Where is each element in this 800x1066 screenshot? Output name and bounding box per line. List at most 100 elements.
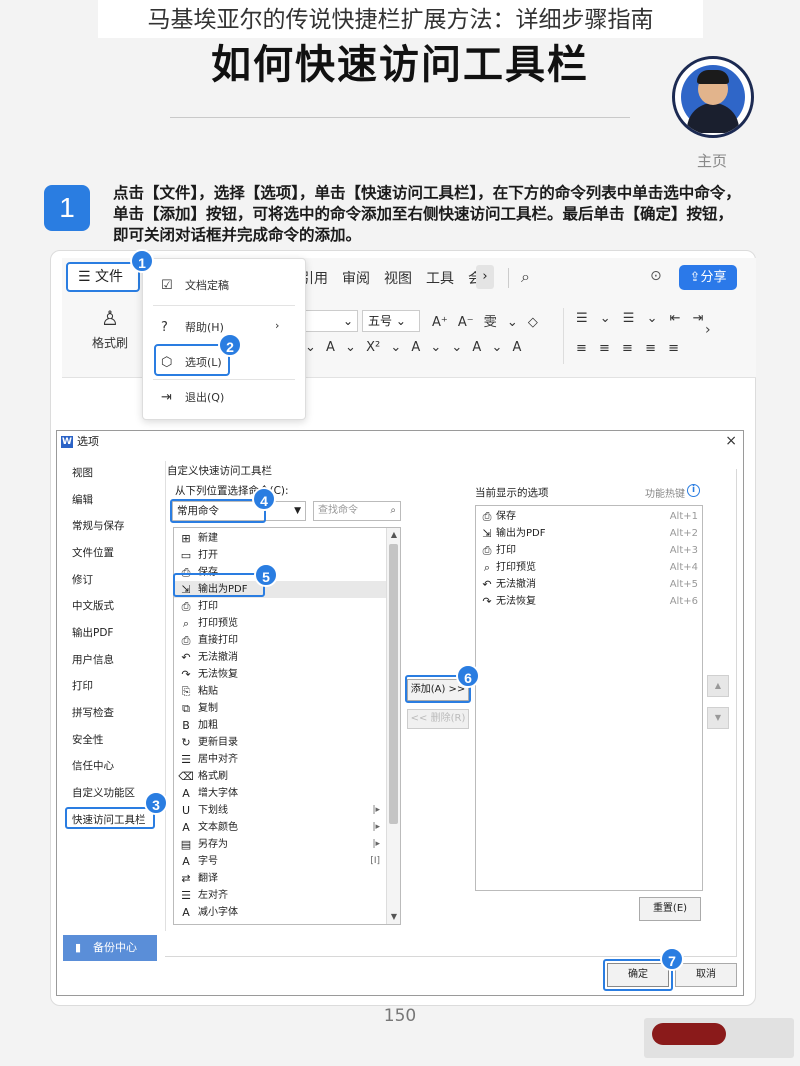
command-list-scrollbar[interactable]: ▲ ▼: [386, 528, 400, 924]
current-items-label: 当前显示的选项: [475, 487, 549, 499]
format-brush-button[interactable]: ♙ 格式刷: [80, 306, 140, 366]
scroll-down-icon[interactable]: ▼: [387, 912, 400, 921]
options-dialog: 选项 W × 视图 编辑 常规与保存 文件位置 修订 中文版式 输出PDF 用户…: [56, 430, 744, 996]
current-list-item[interactable]: ↶ 无法撤消 Alt+5: [476, 576, 702, 593]
paragraph-tools-row2[interactable]: ≡ ≡ ≡ ≡ ≡: [576, 341, 679, 356]
font-tools-row2[interactable]: ⌄ A ⌄ X² ⌄ A ⌄ ⌄ A ⌄ A: [305, 340, 521, 355]
command-list-item[interactable]: ⊞ 新建: [174, 530, 386, 547]
current-list-item[interactable]: ⇲ 输出为PDF Alt+2: [476, 525, 702, 542]
move-up-button[interactable]: ▲: [707, 675, 729, 697]
command-list-item[interactable]: ▤ 另存为 |▸: [174, 836, 386, 853]
submenu-arrow-icon: |▸: [372, 839, 380, 849]
menu-item-exit[interactable]: ⇥ 退出(Q): [161, 389, 224, 405]
current-list-item[interactable]: ↷ 无法恢复 Alt+6: [476, 593, 702, 610]
remove-button[interactable]: << 删除(R): [407, 709, 469, 729]
nav-item-chinese-layout[interactable]: 中文版式: [72, 598, 114, 613]
nav-item-customize-ribbon[interactable]: 自定义功能区: [72, 785, 135, 800]
nav-item-view[interactable]: 视图: [72, 465, 93, 480]
submenu-arrow-icon: [I]: [370, 856, 380, 866]
command-icon: U: [181, 804, 191, 817]
hotkey-text: Alt+2: [669, 528, 698, 539]
menu-icon: ☰: [78, 269, 96, 285]
current-items-list[interactable]: ⎙ 保存 Alt+1 ⇲ 输出为PDF Alt+2 ⎙ 打印 Alt+3 ⌕ 打印预览 Alt+4 ↶ 无…: [475, 505, 703, 891]
command-label: 打印: [496, 545, 516, 556]
command-list-item[interactable]: ⇄ 翻译: [174, 870, 386, 887]
nav-item-revision[interactable]: 修订: [72, 572, 93, 587]
command-list-item[interactable]: ↻ 更新目录: [174, 734, 386, 751]
command-label: 无法恢复: [198, 669, 238, 680]
backup-center-button[interactable]: ▮ 备份中心: [63, 935, 157, 961]
command-list-item[interactable]: ⎙ 打印: [174, 598, 386, 615]
command-list-item[interactable]: ⌫ 格式刷: [174, 768, 386, 785]
command-label: 打印预览: [198, 618, 238, 629]
menu-divider: [153, 305, 295, 306]
current-list-item[interactable]: ⎙ 保存 Alt+1: [476, 508, 702, 525]
command-icon: ⌕: [182, 617, 190, 630]
command-list-item[interactable]: ☰ 居中对齐: [174, 751, 386, 768]
nav-item-trust-center[interactable]: 信任中心: [72, 758, 114, 773]
nav-item-security[interactable]: 安全性: [72, 732, 104, 747]
command-label: 打印预览: [496, 562, 536, 573]
menu-item-finalize[interactable]: ☑ 文档定稿: [161, 277, 229, 293]
menu-divider: [153, 379, 295, 380]
command-icon: ↷: [181, 668, 191, 681]
dialog-title: 选项: [77, 435, 99, 448]
share-label: 分享: [700, 270, 727, 285]
callout-2: 2: [218, 333, 242, 357]
command-list-item[interactable]: A 字号 [I]: [174, 853, 386, 870]
current-list-item[interactable]: ⌕ 打印预览 Alt+4: [476, 559, 702, 576]
submenu-arrow-icon: |▸: [372, 805, 380, 815]
command-list-item[interactable]: ☰ 左对齐: [174, 887, 386, 904]
command-icon: B: [182, 719, 190, 732]
document-check-icon: ☑: [161, 278, 173, 293]
nav-item-user-info[interactable]: 用户信息: [72, 652, 114, 667]
command-search-input[interactable]: 查找命令 ⌕: [313, 501, 401, 521]
nav-item-print[interactable]: 打印: [72, 678, 93, 693]
font-name-dropdown[interactable]: ⌄: [300, 310, 358, 332]
nav-item-file-location[interactable]: 文件位置: [72, 545, 114, 560]
scrollbar-thumb[interactable]: [389, 544, 398, 824]
close-icon[interactable]: ×: [725, 433, 737, 449]
font-tools-row1[interactable]: A⁺ A⁻ 雯 ⌄ ◇: [432, 311, 538, 330]
tab-view[interactable]: 视图: [384, 271, 412, 287]
nav-item-edit[interactable]: 编辑: [72, 492, 93, 507]
nav-item-general-save[interactable]: 常规与保存: [72, 518, 125, 533]
command-list-item[interactable]: ⌕ 打印预览: [174, 615, 386, 632]
current-list-item[interactable]: ⎙ 打印 Alt+3: [476, 542, 702, 559]
command-list-item[interactable]: ↶ 无法撤消: [174, 649, 386, 666]
font-size-value: 五号: [368, 314, 393, 328]
info-icon[interactable]: i: [687, 484, 700, 497]
command-label: 加粗: [198, 720, 218, 731]
ribbon-scroll-right-icon[interactable]: ›: [705, 322, 711, 338]
command-list-item[interactable]: ⎙ 直接打印: [174, 632, 386, 649]
home-label[interactable]: 主页: [697, 150, 727, 171]
font-size-dropdown[interactable]: 五号 ⌄: [362, 310, 420, 332]
command-list-item[interactable]: ⧉ 复制: [174, 700, 386, 717]
command-list-item[interactable]: A 增大字体: [174, 785, 386, 802]
command-list-item[interactable]: U 下划线 |▸: [174, 802, 386, 819]
cancel-button[interactable]: 取消: [675, 963, 737, 987]
command-list-item[interactable]: B 加粗: [174, 717, 386, 734]
nav-item-output-pdf[interactable]: 输出PDF: [72, 625, 113, 640]
file-tab[interactable]: ☰ 文件: [66, 262, 140, 292]
command-label: 无法撤消: [496, 579, 536, 590]
paragraph-tools-row1[interactable]: ☰ ⌄ ☰ ⌄ ⇤ ⇥: [576, 311, 704, 326]
callout-4: 4: [252, 487, 276, 511]
nav-item-spell-check[interactable]: 拼写检查: [72, 705, 114, 720]
tabs-scroll-right-icon[interactable]: ›: [476, 265, 494, 289]
move-down-button[interactable]: ▼: [707, 707, 729, 729]
comment-icon[interactable]: ⊙: [650, 268, 662, 284]
reset-button[interactable]: 重置(E): [639, 897, 701, 921]
format-brush-icon: ♙: [101, 306, 119, 330]
command-list-item[interactable]: ▭ 打开: [174, 547, 386, 564]
tab-tools[interactable]: 工具: [426, 271, 454, 287]
scroll-up-icon[interactable]: ▲: [387, 530, 400, 539]
search-icon[interactable]: ⌕: [521, 267, 530, 287]
share-button[interactable]: ⇪分享: [679, 265, 737, 290]
tab-review[interactable]: 审阅: [342, 271, 370, 287]
menu-item-help[interactable]: ? 帮助(H) ›: [161, 319, 279, 335]
command-list-item[interactable]: ↷ 无法恢复: [174, 666, 386, 683]
command-list-item[interactable]: ⎘ 粘贴: [174, 683, 386, 700]
command-list-item[interactable]: A 减小字体: [174, 904, 386, 921]
command-list-item[interactable]: A 文本颜色 |▸: [174, 819, 386, 836]
